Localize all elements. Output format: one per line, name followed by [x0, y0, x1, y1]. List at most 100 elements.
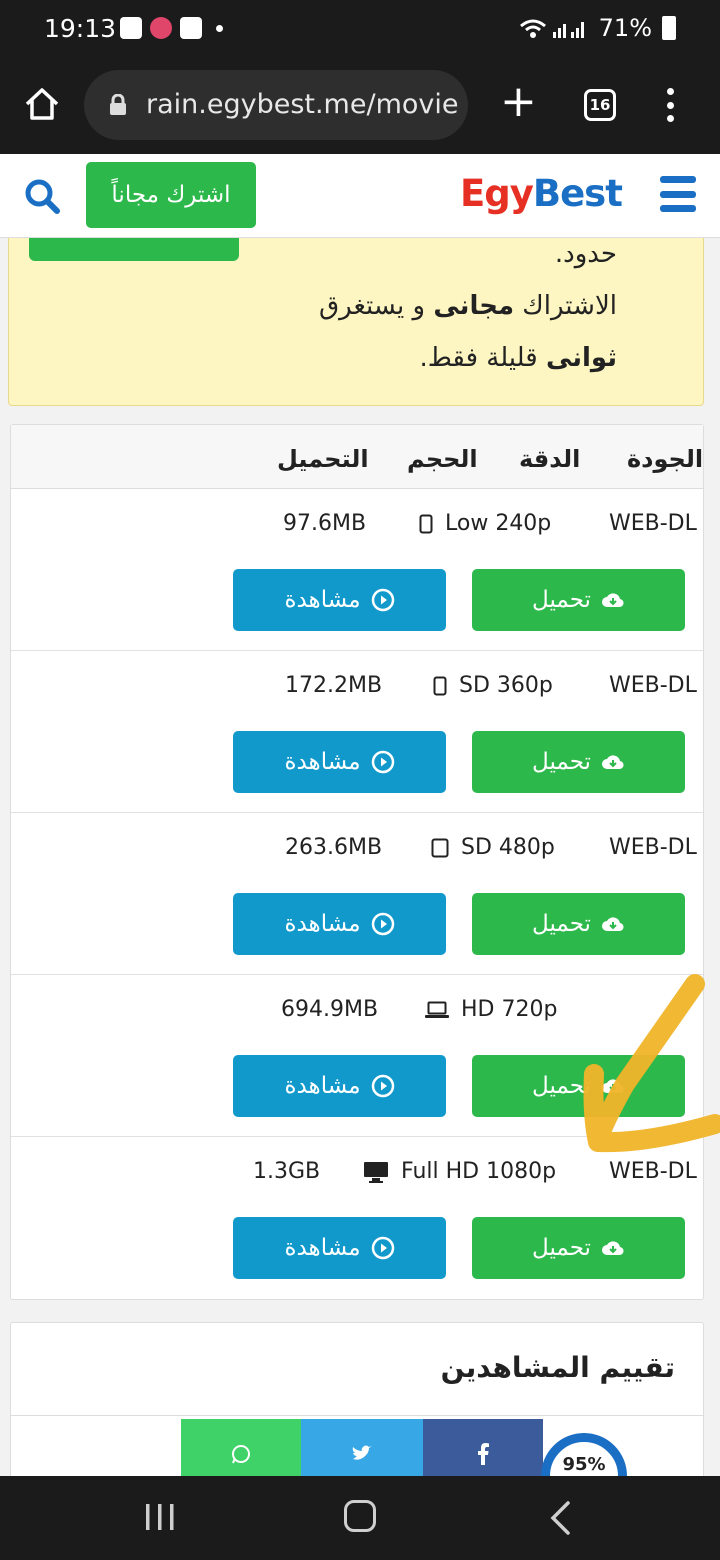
header-size: الحجم [407, 445, 478, 473]
download-label: تحميل [532, 911, 591, 937]
resolution-cell: SD 480p [431, 835, 555, 860]
lock-icon [110, 94, 126, 115]
table-row: WEB-DL Low 240p 97.6MB تحميل مشاهدة [11, 489, 703, 651]
battery-percent: 71% [598, 14, 652, 42]
hamburger-menu-icon[interactable] [660, 176, 696, 212]
url-text: rain.egybest.me/movie [146, 89, 458, 120]
facebook-share-button[interactable] [423, 1419, 543, 1476]
notice-line-3: ثوانى قليلة فقط. [419, 343, 617, 373]
play-circle-icon [371, 1074, 394, 1098]
site-logo[interactable]: EgyBest [460, 172, 623, 215]
cloud-download-icon [601, 755, 624, 770]
search-icon[interactable] [22, 176, 62, 216]
size-cell: 172.2MB [285, 673, 383, 698]
resolution-cell: Low 240p [419, 511, 551, 536]
watch-button[interactable]: مشاهدة [233, 1217, 446, 1279]
rating-percent-ring: 95% [541, 1433, 627, 1476]
download-table: الجودة الدقة الحجم التحميل WEB-DL Low 24… [10, 424, 704, 1300]
notification-icons [120, 17, 223, 39]
rating-percent: 95% [562, 1454, 606, 1475]
subscribe-button[interactable]: اشترك مجاناً [86, 162, 256, 228]
resolution-text: SD 360p [459, 673, 553, 698]
recent-apps-icon[interactable] [144, 1502, 176, 1532]
watch-label: مشاهدة [284, 1073, 361, 1099]
twitter-share-button[interactable] [301, 1419, 423, 1476]
quality-cell: WEB-DL [609, 835, 697, 860]
signal-icon [519, 19, 584, 38]
back-icon[interactable] [548, 1500, 572, 1536]
quality-cell: WEB-DL [609, 511, 697, 536]
size-cell: 694.9MB [281, 997, 379, 1022]
download-button[interactable]: تحميل [472, 731, 685, 793]
tablet-icon [431, 838, 449, 857]
header-quality: الجودة [627, 445, 704, 473]
resolution-text: Full HD 1080p [401, 1159, 557, 1184]
site-header: اشترك مجاناً EgyBest [0, 154, 720, 238]
resolution-cell: HD 720p [425, 997, 557, 1022]
header-download: التحميل [277, 445, 369, 473]
resolution-text: SD 480p [461, 835, 555, 860]
more-notifications-icon [216, 24, 223, 32]
play-circle-icon [371, 1236, 394, 1260]
rating-card: تقييم المشاهدين 95% [10, 1322, 704, 1476]
home-icon[interactable] [22, 84, 62, 124]
table-row: WEB-DL SD 480p 263.6MB تحميل مشاهدة [11, 813, 703, 975]
watch-label: مشاهدة [284, 1235, 361, 1261]
download-label: تحميل [532, 587, 591, 613]
resolution-text: HD 720p [461, 997, 558, 1022]
watch-button[interactable]: مشاهدة [233, 731, 446, 793]
notice-text-only: قليلة فقط. [419, 343, 546, 373]
quality-cell: WEB-DL [609, 997, 697, 1022]
table-row: WEB-DL HD 720p 694.9MB تحميل مشاهدة [11, 975, 703, 1137]
quality-cell: WEB-DL [609, 1159, 697, 1184]
header-resolution: الدقة [519, 445, 581, 473]
watch-button[interactable]: مشاهدة [233, 893, 446, 955]
twitter-icon [352, 1445, 372, 1460]
laptop-icon [425, 1001, 449, 1018]
notice-line-2: الاشتراك مجانى و يستغرق [319, 291, 617, 321]
logo-best: Best [532, 172, 623, 215]
whatsapp-share-button[interactable] [181, 1419, 301, 1476]
download-button[interactable]: تحميل [472, 1055, 685, 1117]
quality-cell: WEB-DL [609, 673, 697, 698]
watch-button[interactable]: مشاهدة [233, 569, 446, 631]
watch-button[interactable]: مشاهدة [233, 1055, 446, 1117]
download-label: تحميل [532, 1073, 591, 1099]
play-circle-icon [371, 588, 394, 612]
notice-text-c: و يستغرق [318, 291, 434, 321]
address-bar[interactable]: rain.egybest.me/movie [84, 70, 468, 140]
table-row: WEB-DL Full HD 1080p 1.3GB تحميل مشاهدة [11, 1137, 703, 1299]
web-page: اشترك مجاناً EgyBest حدود. الاشتراك مجان… [0, 154, 720, 1476]
youtube-icon [180, 17, 202, 39]
size-cell: 263.6MB [285, 835, 383, 860]
divider [11, 1415, 703, 1416]
resolution-text: Low 240p [445, 511, 552, 536]
logo-egy: Egy [460, 172, 534, 215]
android-nav-bar [0, 1476, 720, 1560]
phone-icon [419, 514, 433, 533]
download-button[interactable]: تحميل [472, 569, 685, 631]
download-button[interactable]: تحميل [472, 1217, 685, 1279]
cloud-download-icon [601, 1241, 624, 1256]
cloud-download-icon [601, 917, 624, 932]
notice-line-1: حدود. [555, 239, 617, 269]
home-nav-icon[interactable] [344, 1500, 376, 1532]
download-button[interactable]: تحميل [472, 893, 685, 955]
rating-title: تقييم المشاهدين [440, 1351, 675, 1384]
cloud-download-icon [601, 593, 624, 608]
browser-menu-icon[interactable] [664, 88, 676, 122]
table-row: WEB-DL SD 360p 172.2MB تحميل مشاهدة [11, 651, 703, 813]
resolution-cell: Full HD 1080p [363, 1159, 556, 1184]
cloud-download-icon [601, 1079, 624, 1094]
tab-switcher-button[interactable]: 16 [584, 89, 616, 121]
watch-label: مشاهدة [284, 749, 361, 775]
notice-text-free: مجانى [433, 291, 515, 321]
browser-toolbar: rain.egybest.me/movie + 16 [0, 58, 720, 154]
size-cell: 97.6MB [283, 511, 367, 536]
subscription-notice: حدود. الاشتراك مجانى و يستغرق ثوانى قليل… [8, 224, 704, 406]
gallery-icon [120, 17, 142, 39]
system-status: 71% [519, 14, 676, 42]
new-tab-button[interactable]: + [500, 80, 537, 124]
play-circle-icon [371, 912, 394, 936]
resolution-cell: SD 360p [433, 673, 553, 698]
